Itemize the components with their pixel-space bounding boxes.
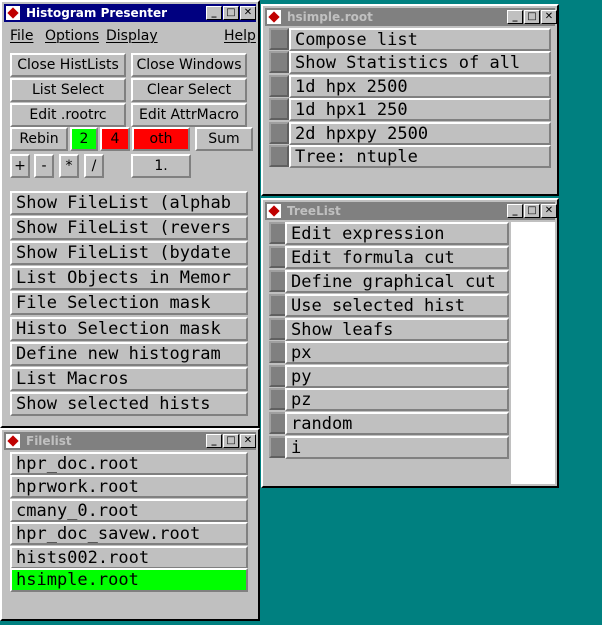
window-title: Histogram Presenter (26, 6, 168, 20)
histogram-presenter-titlebar[interactable]: Histogram Presenter _ □ ✕ (4, 4, 256, 22)
list-macros-item[interactable]: List Macros (10, 367, 248, 391)
show-filelist-reverse-item[interactable]: Show FileList (revers (10, 216, 248, 240)
item-marker[interactable] (269, 145, 289, 167)
leaf-random-item[interactable]: random (285, 412, 509, 435)
file-item[interactable]: hprwork.root (10, 475, 248, 498)
show-statistics-item[interactable]: Show Statistics of all (289, 51, 551, 74)
item-marker[interactable] (269, 28, 289, 50)
maximize-button[interactable]: □ (524, 204, 540, 218)
rebin-button[interactable]: Rebin (10, 127, 68, 151)
app-icon (267, 204, 281, 218)
maximize-button[interactable]: □ (524, 10, 540, 24)
define-new-histogram-item[interactable]: Define new histogram (10, 342, 248, 366)
close-button[interactable]: ✕ (541, 204, 557, 218)
tree-ntuple-item[interactable]: Tree: ntuple (289, 145, 551, 168)
histogram-presenter-window: Histogram Presenter _ □ ✕ File Options D… (0, 0, 260, 428)
list-select-button[interactable]: List Select (10, 78, 126, 102)
divide-button[interactable]: / (84, 154, 104, 178)
show-selected-hists-item[interactable]: Show selected hists (10, 392, 248, 416)
window-title: hsimple.root (287, 10, 373, 24)
rebin-count-4-button[interactable]: 4 (100, 127, 130, 151)
edit-expression-item[interactable]: Edit expression (285, 222, 509, 245)
close-histlists-button[interactable]: Close HistLists (10, 53, 126, 77)
show-leafs-item[interactable]: Show leafs (285, 318, 509, 341)
define-graphical-cut-item[interactable]: Define graphical cut (285, 270, 509, 293)
close-windows-button[interactable]: Close Windows (131, 53, 247, 77)
file-item[interactable]: hists002.root (10, 546, 248, 569)
file-item[interactable]: hpr_doc.root (10, 452, 248, 475)
multiply-button[interactable]: * (59, 154, 79, 178)
leaf-pz-item[interactable]: pz (285, 388, 509, 411)
maximize-button[interactable]: □ (223, 434, 239, 448)
filelist-window: Filelist _ □ ✕ hpr_doc.root hprwork.root… (0, 428, 260, 621)
file-item[interactable]: cmany_0.root (10, 499, 248, 522)
edit-rootrc-button[interactable]: Edit .rootrc (10, 103, 126, 127)
treelist-white-area (511, 222, 555, 484)
leaf-px-item[interactable]: px (285, 341, 509, 364)
item-marker[interactable] (269, 122, 289, 144)
show-filelist-bydate-item[interactable]: Show FileList (bydate (10, 241, 248, 265)
minimize-button[interactable]: _ (206, 434, 222, 448)
minus-button[interactable]: - (34, 154, 54, 178)
close-button[interactable]: ✕ (240, 6, 256, 20)
hsimple-root-window: hsimple.root _ □ ✕ Compose list Show Sta… (261, 4, 559, 196)
filelist-titlebar[interactable]: Filelist _ □ ✕ (4, 432, 256, 450)
leaf-py-item[interactable]: py (285, 365, 509, 388)
treelist-window: TreeList _ □ ✕ Edit expression Edit form… (261, 198, 559, 488)
minimize-button[interactable]: _ (507, 10, 523, 24)
window-title: TreeList (287, 204, 341, 218)
app-icon (6, 6, 20, 20)
leaf-i-item[interactable]: i (285, 436, 509, 459)
factor-field[interactable]: 1. (131, 154, 191, 178)
window-title: Filelist (26, 434, 72, 448)
menu-help[interactable]: Help (224, 28, 256, 44)
edit-formula-cut-item[interactable]: Edit formula cut (285, 246, 509, 269)
plus-button[interactable]: + (10, 154, 30, 178)
hist-hpx-item[interactable]: 1d hpx 2500 (289, 75, 551, 98)
item-marker[interactable] (269, 75, 289, 97)
clear-select-button[interactable]: Clear Select (131, 78, 247, 102)
hsimple-root-titlebar[interactable]: hsimple.root _ □ ✕ (265, 8, 557, 26)
item-marker[interactable] (269, 51, 289, 73)
close-button[interactable]: ✕ (240, 434, 256, 448)
minimize-button[interactable]: _ (206, 6, 222, 20)
maximize-button[interactable]: □ (223, 6, 239, 20)
menu-options[interactable]: Options (45, 28, 99, 44)
close-button[interactable]: ✕ (541, 10, 557, 24)
list-objects-in-memory-item[interactable]: List Objects in Memor (10, 266, 248, 290)
treelist-titlebar[interactable]: TreeList _ □ ✕ (265, 202, 557, 220)
use-selected-hist-item[interactable]: Use selected hist (285, 294, 509, 317)
minimize-button[interactable]: _ (507, 204, 523, 218)
edit-attrmacro-button[interactable]: Edit AttrMacro (131, 103, 247, 127)
file-selection-mask-item[interactable]: File Selection mask (10, 291, 248, 315)
item-marker[interactable] (269, 98, 289, 120)
oth-button[interactable]: oth (132, 127, 190, 151)
menu-display[interactable]: Display (106, 28, 158, 44)
file-item-selected[interactable]: hsimple.root (10, 568, 248, 592)
compose-list-item[interactable]: Compose list (289, 28, 551, 51)
app-icon (6, 434, 20, 448)
menu-file[interactable]: File (10, 28, 33, 44)
histo-selection-mask-item[interactable]: Histo Selection mask (10, 317, 248, 341)
file-item[interactable]: hpr_doc_savew.root (10, 522, 248, 545)
app-icon (267, 10, 281, 24)
rebin-count-2-button[interactable]: 2 (70, 127, 98, 151)
sum-button[interactable]: Sum (195, 127, 253, 151)
menubar: File Options Display Help (4, 24, 256, 46)
hist-hpx1-item[interactable]: 1d hpx1 250 (289, 98, 551, 121)
show-filelist-alphab-item[interactable]: Show FileList (alphab (10, 191, 248, 215)
hist-hpxpy-item[interactable]: 2d hpxpy 2500 (289, 122, 551, 145)
